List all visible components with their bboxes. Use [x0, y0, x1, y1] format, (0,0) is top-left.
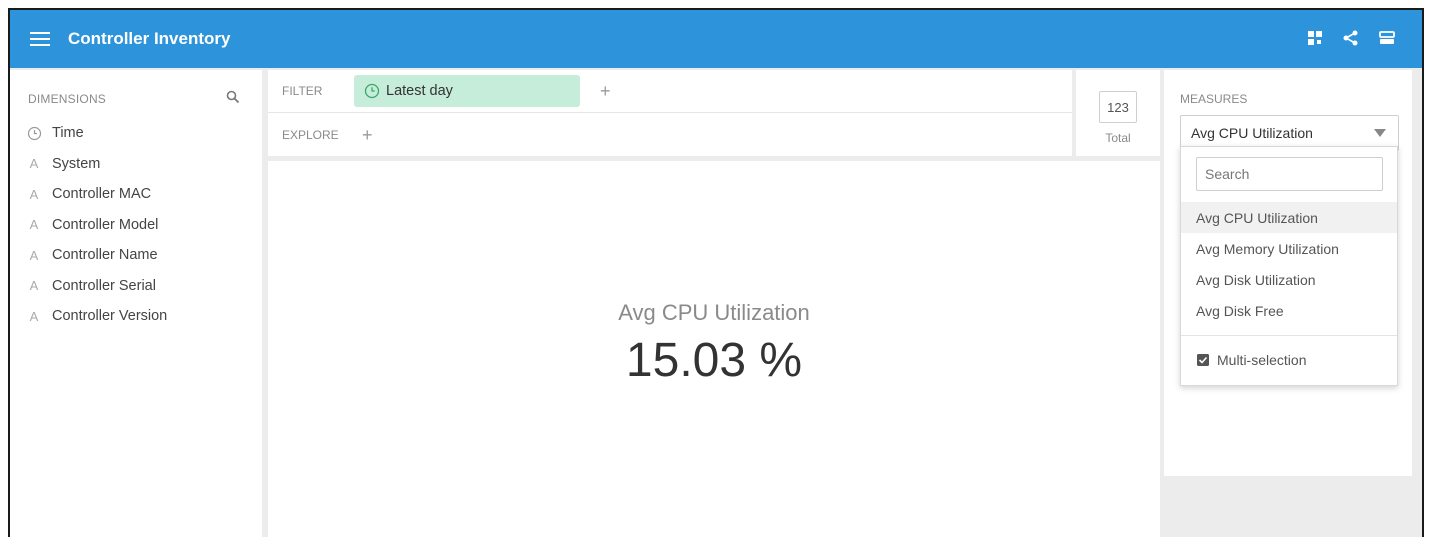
- string-dimension-icon: A: [29, 247, 39, 263]
- dimension-item-controller-serial[interactable]: A Controller Serial: [26, 271, 167, 302]
- multi-selection-label: Multi-selection: [1217, 352, 1307, 368]
- dimensions-heading: DIMENSIONS: [28, 92, 107, 106]
- string-dimension-icon: A: [29, 156, 39, 172]
- multi-selection-toggle[interactable]: Multi-selection: [1196, 352, 1306, 368]
- string-dimension-icon: A: [29, 186, 39, 202]
- hamburger-menu-icon[interactable]: [30, 32, 50, 46]
- dimensions-panel: DIMENSIONS Time A System A Controller MA…: [10, 70, 262, 537]
- dimension-item-controller-name[interactable]: A Controller Name: [26, 240, 167, 271]
- add-explore-button[interactable]: +: [362, 126, 373, 144]
- string-dimension-icon: A: [29, 278, 39, 294]
- dimension-label: Controller MAC: [52, 186, 152, 203]
- measure-option[interactable]: Avg Memory Utilization: [1181, 233, 1397, 264]
- settings-panel-icon[interactable]: [1378, 29, 1396, 47]
- checkbox-icon: [1197, 354, 1209, 366]
- filter-row: FILTER Latest day +: [268, 70, 1072, 113]
- dimension-label: Controller Serial: [52, 277, 156, 294]
- add-filter-button[interactable]: +: [600, 82, 611, 100]
- total-panel: 123 Total: [1076, 70, 1160, 156]
- measure-search-input[interactable]: [1196, 157, 1383, 191]
- dimension-label: Time: [52, 125, 84, 142]
- filter-label: FILTER: [282, 84, 323, 98]
- dimension-item-time[interactable]: Time: [26, 118, 167, 149]
- measure-option[interactable]: Avg CPU Utilization: [1181, 202, 1397, 233]
- app-title: Controller Inventory: [68, 29, 231, 48]
- string-dimension-icon: A: [29, 217, 39, 233]
- string-dimension-icon: A: [29, 308, 39, 324]
- explore-row: EXPLORE +: [268, 113, 1072, 156]
- dropdown-divider: [1181, 335, 1397, 336]
- measure-dropdown: Avg CPU Utilization Avg Memory Utilizati…: [1180, 146, 1398, 386]
- dimension-item-controller-mac[interactable]: A Controller MAC: [26, 179, 167, 210]
- grid-view-icon[interactable]: [1306, 29, 1324, 47]
- top-bar-actions: [1306, 29, 1396, 47]
- dimension-label: Controller Version: [52, 308, 168, 325]
- app-frame: Controller Inventory DIMENSIONS Time A S…: [8, 8, 1424, 537]
- dimension-item-system[interactable]: A System: [26, 149, 167, 180]
- dimension-item-controller-model[interactable]: A Controller Model: [26, 210, 167, 241]
- measure-select-value: Avg CPU Utilization: [1191, 125, 1313, 141]
- clock-icon: [364, 83, 380, 99]
- visualization-value: 15.03 %: [625, 334, 803, 387]
- total-value[interactable]: 123: [1099, 91, 1137, 123]
- clock-icon: [26, 125, 42, 141]
- measures-heading: MEASURES: [1180, 92, 1248, 106]
- explore-label: EXPLORE: [282, 127, 339, 142]
- dimension-item-controller-version[interactable]: A Controller Version: [26, 301, 168, 332]
- chevron-down-icon: [1374, 129, 1386, 137]
- visualization-measure-label: Avg CPU Utilization: [618, 300, 810, 325]
- filter-chip-latest-day[interactable]: Latest day: [354, 75, 580, 107]
- dimension-label: Controller Name: [52, 247, 158, 264]
- measure-option[interactable]: Avg Disk Utilization: [1181, 264, 1397, 295]
- search-icon[interactable]: [226, 90, 240, 104]
- measure-option[interactable]: Avg Disk Free: [1181, 295, 1397, 326]
- dimension-label: Controller Model: [52, 216, 159, 233]
- measure-options-list: Avg CPU Utilization Avg Memory Utilizati…: [1181, 202, 1397, 326]
- dimension-label: System: [52, 155, 101, 172]
- visualization-area: Avg CPU Utilization 15.03 %: [268, 161, 1160, 537]
- filter-explore-bar: FILTER Latest day + EXPLORE +: [268, 70, 1072, 156]
- top-bar: Controller Inventory: [10, 10, 1422, 68]
- share-icon[interactable]: [1342, 29, 1360, 47]
- total-label: Total: [1105, 131, 1131, 145]
- dimensions-list: Time A System A Controller MAC A Control…: [26, 118, 167, 332]
- filter-chip-label: Latest day: [386, 83, 453, 99]
